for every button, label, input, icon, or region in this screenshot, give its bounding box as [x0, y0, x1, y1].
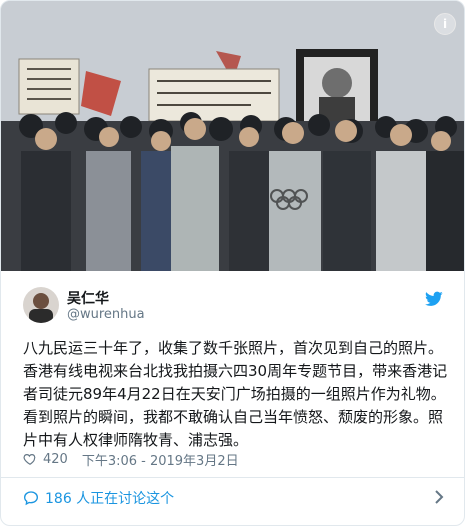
embedded-tweet-card: i 吴仁华 @wurenhua 八九民运三十年了，收集了数千张照片，首次见到自己…: [0, 0, 465, 526]
avatar-image: [23, 287, 59, 323]
author-handle[interactable]: @wurenhua: [67, 307, 145, 322]
like-count[interactable]: 420: [43, 452, 68, 467]
tweet-meta: 420 下午3:06 - 2019年3月2日: [23, 449, 239, 469]
tweet-text: 八九民运三十年了，收集了数千张照片，首次见到自己的照片。香港有线电视来台北找我拍…: [23, 339, 448, 449]
author-display-name[interactable]: 吴仁华: [67, 288, 109, 308]
discussion-count-label[interactable]: 186 人正在讨论这个: [45, 488, 174, 508]
info-icon[interactable]: i: [434, 13, 456, 35]
speech-bubble-icon: [23, 491, 39, 506]
heart-icon[interactable]: [23, 452, 37, 466]
discussion-link[interactable]: 186 人正在讨论这个: [1, 478, 464, 518]
avatar[interactable]: [23, 287, 59, 323]
tweet-timestamp[interactable]: 下午3:06 - 2019年3月2日: [82, 450, 239, 469]
tweet-photo[interactable]: i: [1, 1, 464, 271]
twitter-bird-icon[interactable]: [425, 291, 443, 307]
photo-crowd-scene: [1, 1, 464, 271]
tweet-author-header: 吴仁华 @wurenhua: [23, 287, 443, 327]
chevron-right-icon[interactable]: [434, 490, 444, 504]
